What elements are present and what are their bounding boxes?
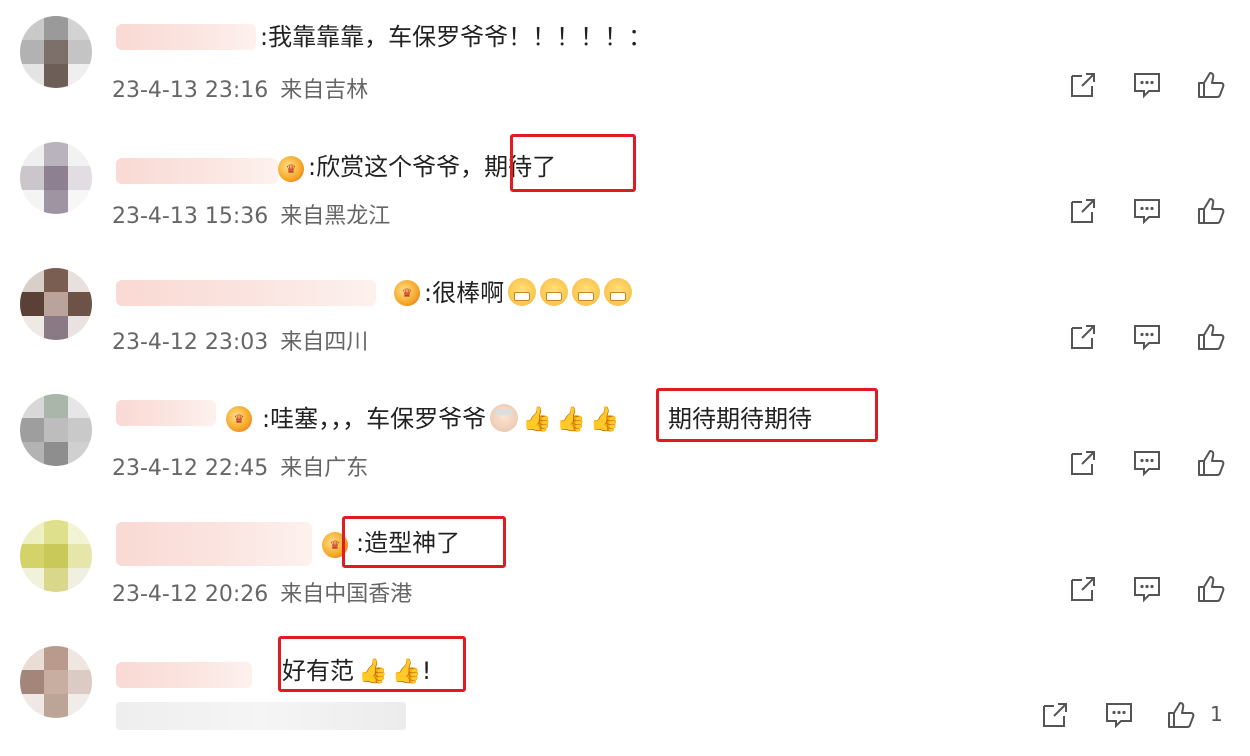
username[interactable]: [116, 24, 256, 50]
comment-meta: 23-4-12 23:03 来自四川: [112, 324, 380, 356]
thumbs-up-icon: 👍: [589, 405, 620, 433]
like-icon[interactable]: [1166, 700, 1196, 730]
highlight-box: [656, 388, 878, 442]
vip-badge-icon: ♛: [226, 406, 252, 432]
comment-text: :很棒啊: [424, 278, 633, 308]
comment-item: ♛ :欣赏这个爷爷，期待了 23-4-13 15:36 来自黑龙江: [0, 126, 1250, 252]
comment-location: 来自吉林: [280, 78, 369, 103]
comment-date: 23-4-12 22:45: [112, 456, 269, 481]
avatar[interactable]: [20, 646, 92, 718]
comment-location: 来自四川: [280, 330, 369, 355]
username[interactable]: [116, 400, 216, 426]
comment-date: 23-4-13 15:36: [112, 204, 269, 229]
avatar[interactable]: [20, 268, 92, 340]
comment-meta: 23-4-13 23:16 来自吉林: [112, 72, 380, 104]
blurred-meta: [116, 702, 406, 730]
grin-emoji-icon: [508, 278, 537, 306]
comment-icon[interactable]: [1132, 196, 1162, 226]
vip-badge-icon: ♛: [278, 156, 304, 182]
comment-text: :哇塞，，，车保罗爷爷 👍 👍 👍: [262, 404, 620, 434]
share-icon[interactable]: [1068, 574, 1098, 604]
vip-badge-icon: ♛: [394, 280, 420, 306]
comment-icon[interactable]: [1132, 448, 1162, 478]
thumbs-up-icon: 👍: [522, 405, 552, 433]
like-icon[interactable]: [1196, 70, 1226, 100]
grin-emoji-icon: [540, 278, 569, 306]
grin-emoji-icon: [572, 278, 601, 306]
comment-date: 23-4-12 23:03: [112, 330, 269, 355]
avatar[interactable]: [20, 394, 92, 466]
comment-item: 好有范 👍 👍! 1: [0, 630, 1250, 756]
like-icon[interactable]: [1196, 322, 1226, 352]
username[interactable]: [116, 662, 252, 688]
share-icon[interactable]: [1068, 70, 1098, 100]
comment-item: ♛ :造型神了 23-4-12 20:26 来自中国香港: [0, 504, 1250, 630]
grandpa-emoji-icon: [490, 404, 519, 432]
username[interactable]: [116, 280, 376, 306]
comment-icon[interactable]: [1104, 700, 1134, 730]
comment-icon[interactable]: [1132, 574, 1162, 604]
comment-date: 23-4-13 23:16: [112, 78, 269, 103]
comment-location: 来自黑龙江: [280, 204, 391, 229]
comment-item: ♛ :很棒啊 23-4-12 23:03 来自四川: [0, 252, 1250, 378]
username[interactable]: [116, 158, 278, 184]
like-icon[interactable]: [1196, 448, 1226, 478]
comment-date: 23-4-12 20:26: [112, 582, 269, 607]
like-count: 1: [1210, 702, 1223, 726]
comment-location: 来自广东: [280, 456, 369, 481]
comment-item: ♛ :哇塞，，，车保罗爷爷 👍 👍 👍 期待期待期待 23-4-12 22:45 来自广…: [0, 378, 1250, 504]
like-icon[interactable]: [1196, 196, 1226, 226]
highlight-box: [342, 516, 506, 568]
avatar[interactable]: [20, 142, 92, 214]
comment-icon[interactable]: [1132, 322, 1162, 352]
comment-text: :我靠靠靠，车保罗爷爷！！！！！：: [260, 23, 653, 51]
avatar[interactable]: [20, 520, 92, 592]
comment-meta: 23-4-12 20:26 来自中国香港: [112, 576, 424, 608]
comment-location: 来自中国香港: [280, 582, 413, 607]
comment-icon[interactable]: [1132, 70, 1162, 100]
username[interactable]: [116, 522, 312, 566]
highlight-box: [510, 134, 636, 192]
avatar[interactable]: [20, 16, 92, 88]
comment-meta: 23-4-12 22:45 来自广东: [112, 450, 380, 482]
highlight-box: [278, 636, 466, 692]
comment-meta: 23-4-13 15:36 来自黑龙江: [112, 198, 402, 230]
share-icon[interactable]: [1040, 700, 1070, 730]
comment-text-body: :哇塞，，，车保罗爷爷: [262, 405, 487, 433]
comment-item: :我靠靠靠，车保罗爷爷！！！！！： 23-4-13 23:16 来自吉林: [0, 0, 1250, 126]
share-icon[interactable]: [1068, 448, 1098, 478]
grin-emoji-icon: [604, 278, 633, 306]
share-icon[interactable]: [1068, 196, 1098, 226]
share-icon[interactable]: [1068, 322, 1098, 352]
thumbs-up-icon: 👍: [555, 405, 586, 433]
like-icon[interactable]: [1196, 574, 1226, 604]
comment-text-body: :很棒啊: [424, 279, 505, 307]
